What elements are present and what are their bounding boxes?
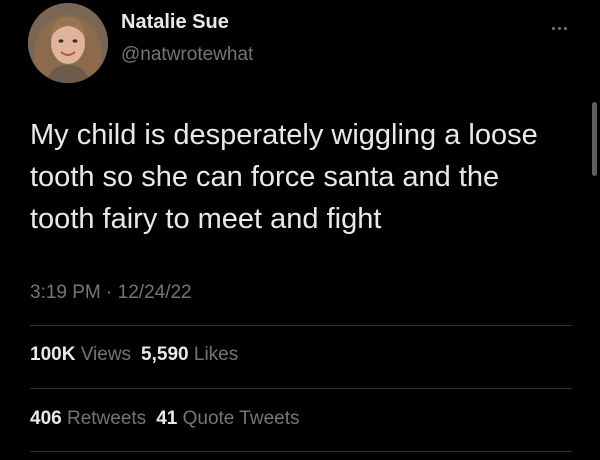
retweets-stat[interactable]: 406 Retweets — [30, 408, 146, 429]
divider — [30, 388, 572, 389]
quote-tweets-label: Quote Tweets — [182, 408, 300, 429]
scrollbar-thumb[interactable] — [592, 102, 597, 176]
more-horizontal-icon-dot — [557, 26, 561, 30]
retweets-label: Retweets — [66, 408, 147, 429]
author-display-name[interactable]: Natalie Sue — [121, 11, 229, 34]
divider — [30, 451, 572, 452]
retweets-count: 406 — [30, 408, 62, 429]
more-horizontal-icon-dot — [563, 26, 567, 30]
likes-stat[interactable]: 5,590 Likes — [141, 344, 238, 365]
divider — [30, 325, 572, 326]
tweet-time[interactable]: 3:19 PM — [30, 282, 101, 303]
avatar-photo — [28, 3, 108, 83]
more-options-button[interactable] — [543, 18, 575, 38]
tweet-text: My child is desperately wiggling a loose… — [30, 119, 538, 235]
views-label: Views — [80, 344, 132, 365]
views-count: 100K — [30, 344, 76, 365]
avatar[interactable] — [28, 3, 108, 83]
tweet-timestamp[interactable]: 3:19 PM · 12/24/22 — [30, 282, 192, 304]
stats-row-views-likes: 100K Views 5,590 Likes — [30, 344, 248, 366]
timestamp-separator: · — [100, 282, 118, 303]
more-horizontal-icon — [551, 26, 555, 30]
tweet-card: Natalie Sue @natwrotewhat My child is de… — [0, 0, 600, 460]
quote-tweets-count: 41 — [156, 408, 178, 429]
quote-tweets-stat[interactable]: 41 Quote Tweets — [156, 408, 299, 429]
views-stat[interactable]: 100K Views — [30, 344, 131, 365]
stats-row-retweets-quotes: 406 Retweets 41 Quote Tweets — [30, 408, 310, 430]
likes-label: Likes — [193, 344, 239, 365]
likes-count: 5,590 — [141, 344, 189, 365]
tweet-date[interactable]: 12/24/22 — [118, 282, 192, 303]
author-handle[interactable]: @natwrotewhat — [121, 44, 253, 66]
